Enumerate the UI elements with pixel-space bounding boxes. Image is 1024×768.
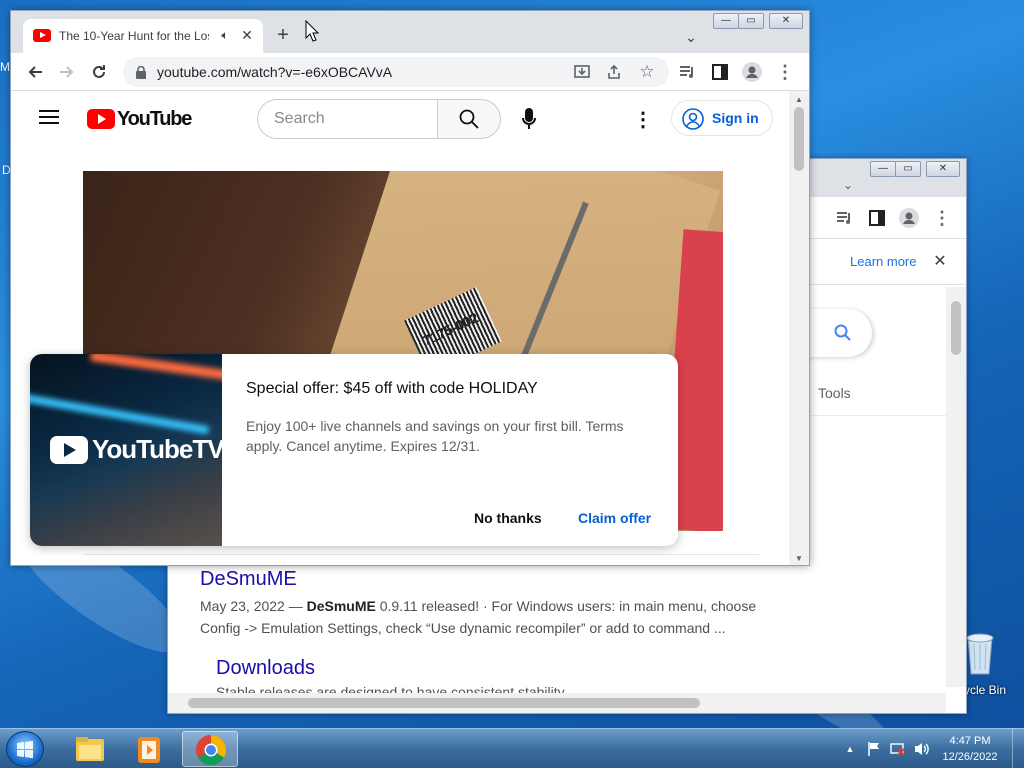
install-app-icon[interactable] xyxy=(573,63,591,81)
divider xyxy=(83,554,759,555)
youtube-header: YouTube Search ⋮ Sign in xyxy=(11,91,789,147)
chevron-down-icon[interactable]: ⌄ xyxy=(838,175,858,195)
audio-playing-icon[interactable]: 🔈︎ xyxy=(217,27,233,43)
result-date: May 23, 2022 — xyxy=(200,598,303,614)
scroll-up-arrow-icon[interactable]: ▲ xyxy=(795,95,803,104)
new-tab-icon[interactable]: + xyxy=(273,24,293,46)
taskbar: ▲ 4:47 PM 12/26/2022 xyxy=(0,728,1024,768)
hamburger-menu-icon[interactable] xyxy=(39,109,61,127)
volume-icon[interactable] xyxy=(912,739,932,759)
microphone-icon[interactable] xyxy=(517,107,541,131)
vertical-scrollbar[interactable] xyxy=(946,287,966,687)
browser-tab[interactable]: The 10-Year Hunt for the Los 🔈︎ ✕ xyxy=(23,19,263,53)
chevron-down-icon[interactable]: ⌄ xyxy=(681,27,701,47)
youtube-tv-promo-image: YouTubeTV xyxy=(30,354,222,546)
maximize-button[interactable]: ▭ xyxy=(895,161,921,177)
show-hidden-icons-icon[interactable]: ▲ xyxy=(844,741,856,757)
result-snippet-line2: Config -> Emulation Settings, check “Use… xyxy=(200,620,726,636)
close-window-button[interactable]: ✕ xyxy=(769,13,803,29)
system-clock[interactable]: 4:47 PM 12/26/2022 xyxy=(930,733,1010,765)
start-button[interactable] xyxy=(6,731,44,767)
tab-title: The 10-Year Hunt for the Los xyxy=(59,29,209,43)
search-button[interactable] xyxy=(437,99,501,139)
taskbar-chrome[interactable] xyxy=(182,731,238,767)
close-icon[interactable]: ✕ xyxy=(930,251,950,271)
address-toolbar: youtube.com/watch?v=-e6xOBCAVvA ☆ ⋮ xyxy=(11,53,809,91)
result-snippet: May 23, 2022 — DeSmuME 0.9.11 released! … xyxy=(200,595,756,617)
youtube-wordmark: YouTube xyxy=(117,107,192,130)
youtube-play-logo-icon xyxy=(87,109,115,129)
sign-in-button[interactable]: Sign in xyxy=(671,100,773,136)
no-thanks-button[interactable]: No thanks xyxy=(474,510,542,526)
reading-list-icon[interactable] xyxy=(677,62,699,82)
tab-close-icon[interactable]: ✕ xyxy=(239,27,255,43)
promo-title: Special offer: $45 off with code HOLIDAY xyxy=(246,380,538,397)
youtube-logo[interactable]: YouTube xyxy=(87,107,192,131)
minimize-button[interactable]: — xyxy=(870,161,896,177)
more-menu-icon[interactable]: ⋮ xyxy=(932,207,952,229)
bookmark-star-icon[interactable]: ☆ xyxy=(637,62,657,82)
divider xyxy=(810,415,946,416)
network-disconnected-icon[interactable] xyxy=(888,739,908,759)
search-placeholder: Search xyxy=(274,110,325,127)
scrollbar-thumb[interactable] xyxy=(188,698,700,708)
maximize-button[interactable]: ▭ xyxy=(738,13,764,29)
scrollbar-thumb[interactable] xyxy=(951,301,961,355)
result-snippet-text: 0.9.11 released! · For Windows users: in… xyxy=(379,598,757,614)
reading-list-icon[interactable] xyxy=(834,207,856,229)
youtube-tv-wordmark: YouTubeTV xyxy=(92,434,222,464)
recycle-bin-label: ycle Bin xyxy=(964,683,1007,697)
side-panel-icon[interactable] xyxy=(709,62,731,82)
mouse-cursor-icon xyxy=(305,19,320,42)
side-panel-icon[interactable] xyxy=(866,207,888,229)
clock-date: 12/26/2022 xyxy=(942,751,998,763)
tab-strip: The 10-Year Hunt for the Los 🔈︎ ✕ + ⌄ — … xyxy=(11,11,809,53)
settings-menu-icon[interactable]: ⋮ xyxy=(633,107,653,131)
back-arrow-icon[interactable] xyxy=(25,62,45,82)
share-icon[interactable] xyxy=(605,63,623,81)
forward-arrow-icon[interactable] xyxy=(57,62,77,82)
promo-dialog: YouTubeTV Special offer: $45 off with co… xyxy=(30,354,678,546)
taskbar-explorer[interactable] xyxy=(62,731,118,767)
desktop-icon-label-fragment: M xyxy=(0,60,10,74)
promo-body: Enjoy 100+ live channels and savings on … xyxy=(246,418,624,454)
learn-more-link[interactable]: Learn more xyxy=(850,254,916,269)
address-bar[interactable]: youtube.com/watch?v=-e6xOBCAVvA ☆ xyxy=(123,57,669,87)
search-icon xyxy=(458,108,480,130)
vertical-scrollbar[interactable]: ▲ ▼ xyxy=(789,91,809,565)
show-desktop-button[interactable] xyxy=(1012,729,1024,768)
clock-time: 4:47 PM xyxy=(949,735,991,747)
search-icon[interactable] xyxy=(832,322,854,344)
tools-tab[interactable]: Tools xyxy=(818,385,851,401)
more-menu-icon[interactable]: ⋮ xyxy=(775,61,795,83)
sign-in-label: Sign in xyxy=(712,110,759,126)
result-title[interactable]: DeSmuME xyxy=(200,568,297,591)
action-center-flag-icon[interactable] xyxy=(864,739,884,759)
claim-offer-button[interactable]: Claim offer xyxy=(578,510,651,526)
profile-icon[interactable] xyxy=(898,207,920,229)
reload-icon[interactable] xyxy=(89,62,109,82)
result-bold-term: DeSmuME xyxy=(306,598,376,614)
profile-icon[interactable] xyxy=(741,61,763,83)
url-text: youtube.com/watch?v=-e6xOBCAVvA xyxy=(157,64,393,80)
horizontal-scrollbar[interactable] xyxy=(168,693,946,713)
scroll-down-arrow-icon[interactable]: ▼ xyxy=(795,554,803,563)
account-icon xyxy=(682,108,704,130)
close-window-button[interactable]: ✕ xyxy=(926,161,960,177)
result-snippet: Stable releases are designed to have con… xyxy=(216,684,565,693)
youtube-tv-logo: YouTubeTV xyxy=(50,434,222,465)
youtube-favicon-icon xyxy=(33,29,51,42)
result-title[interactable]: Downloads xyxy=(216,657,315,680)
search-input[interactable]: Search xyxy=(257,99,439,139)
scrollbar-thumb[interactable] xyxy=(794,107,804,171)
youtube-tv-play-icon xyxy=(50,435,88,464)
taskbar-media-player[interactable] xyxy=(122,731,178,767)
lock-icon[interactable] xyxy=(133,64,149,80)
minimize-button[interactable]: — xyxy=(713,13,739,29)
